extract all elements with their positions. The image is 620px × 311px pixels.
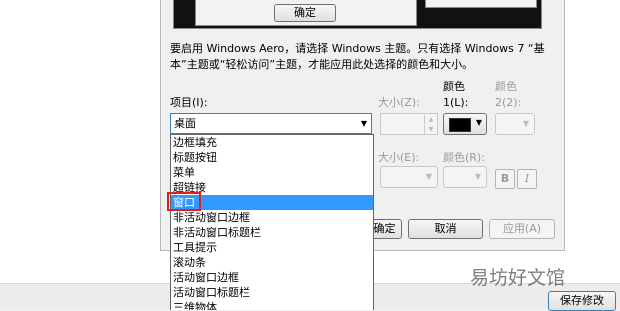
color2-picker[interactable]: ▼ (495, 113, 535, 135)
size-z-label: 大小(Z): (378, 96, 420, 109)
watermark-text: 易坊好文馆 (470, 267, 566, 289)
color2-label-line2: 2(2): (495, 96, 522, 109)
list-item[interactable]: 标题按钮 (171, 150, 373, 165)
chevron-down-icon: ▼ (475, 118, 482, 127)
list-item[interactable]: 非活动窗口边框 (171, 210, 373, 225)
size-e-label: 大小(E): (378, 151, 420, 164)
preview-ok-button: 确定 (274, 4, 336, 22)
item-label: 项目(I): (170, 96, 208, 109)
list-item[interactable]: 超链接 (171, 180, 373, 195)
chevron-down-icon: ▼ (360, 119, 367, 128)
ok-button-label: 确定 (373, 222, 396, 235)
item-select[interactable]: 桌面 ▼ (170, 113, 372, 134)
color1-label-line1: 颜色 (443, 80, 465, 93)
list-item[interactable]: 非活动窗口标题栏 (171, 225, 373, 240)
list-item[interactable]: 边框填充 (171, 135, 373, 150)
color1-label-line2: 1(L): (443, 96, 469, 109)
highlight-box (167, 192, 201, 211)
italic-button[interactable]: I (517, 169, 537, 189)
info-text: 要启用 Windows Aero，请选择 Windows 主题。只有选择 Win… (170, 42, 545, 71)
font-color-picker[interactable]: ▼ (443, 166, 487, 188)
color1-picker[interactable]: ▼ (443, 113, 487, 135)
list-item[interactable]: 滚动条 (171, 255, 373, 270)
size-z-spinner[interactable]: ▲ ▼ (380, 113, 438, 135)
list-item-selected[interactable]: 窗口 (171, 195, 373, 210)
spin-up-icon: ▲ (424, 115, 437, 124)
preview-window-secondary (425, 0, 537, 8)
cancel-button[interactable]: 取消 (408, 219, 483, 239)
spin-down-icon: ▼ (424, 125, 437, 134)
color2-label-line1: 颜色 (495, 80, 517, 93)
list-item[interactable]: 菜单 (171, 165, 373, 180)
size-e-select[interactable]: ▼ (380, 166, 438, 188)
item-dropdown-list[interactable]: 边框填充 标题按钮 菜单 超链接 窗口 非活动窗口边框 非活动窗口标题栏 工具提… (170, 134, 374, 310)
bold-button[interactable]: B (495, 169, 515, 189)
color-r-label: 颜色(R): (443, 151, 485, 164)
list-item[interactable]: 活动窗口边框 (171, 270, 373, 285)
chevron-down-icon: ▼ (522, 119, 529, 128)
chevron-down-icon: ▼ (474, 172, 481, 181)
save-changes-button[interactable]: 保存修改 (548, 291, 616, 311)
chevron-down-icon: ▼ (425, 172, 432, 181)
apply-button[interactable]: 应用(A) (489, 219, 555, 239)
color1-swatch (449, 118, 471, 132)
list-item[interactable]: 活动窗口标题栏 (171, 285, 373, 300)
item-select-value: 桌面 (174, 117, 196, 130)
preview-window: 确定 (195, 0, 417, 26)
list-item[interactable]: 工具提示 (171, 240, 373, 255)
